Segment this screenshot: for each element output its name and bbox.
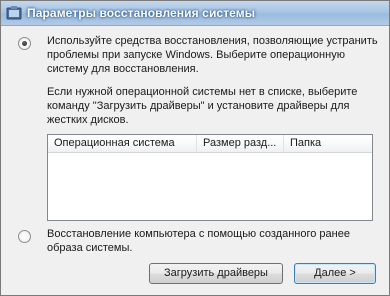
os-list[interactable]: Операционная система Размер разд... Папк…: [47, 134, 373, 221]
system-image-description: Восстановление компьютера с помощью созд…: [47, 227, 377, 255]
restore-tools-radio[interactable]: [18, 37, 31, 50]
title-bar[interactable]: Параметры восстановления системы: [1, 1, 389, 26]
next-button[interactable]: Далее >: [294, 263, 376, 284]
system-image-radio[interactable]: [18, 230, 31, 243]
text-line: образа системы.: [47, 242, 133, 254]
drivers-note: Если нужной операционной системы нет в с…: [47, 85, 377, 127]
os-list-header: Операционная система Размер разд... Папк…: [48, 135, 372, 153]
recovery-options-dialog: Параметры восстановления системы Использ…: [0, 0, 390, 296]
text-line: Если нужной операционной системы нет в с…: [47, 86, 358, 98]
radio-selected-dot: [22, 41, 27, 46]
column-header-os[interactable]: Операционная система: [48, 135, 197, 152]
text-line: Восстановление компьютера с помощью созд…: [47, 228, 350, 240]
load-drivers-button[interactable]: Загрузить драйверы: [149, 263, 283, 284]
column-header-folder[interactable]: Папка: [284, 135, 372, 152]
restore-tools-description: Используйте средства восстановления, поз…: [47, 34, 378, 76]
text-line: Используйте средства восстановления, поз…: [47, 35, 378, 47]
window-title: Параметры восстановления системы: [27, 6, 256, 20]
column-header-partition-size[interactable]: Размер разд...: [197, 135, 284, 152]
text-line: жестких дисков.: [47, 114, 129, 126]
text-line: проблемы при запуске Windows. Выберите о…: [47, 49, 345, 61]
system-recovery-icon: [6, 6, 22, 20]
text-line: команду "Загрузить драйверы" и установит…: [47, 100, 350, 112]
text-line: систему для восстановления.: [47, 63, 199, 75]
